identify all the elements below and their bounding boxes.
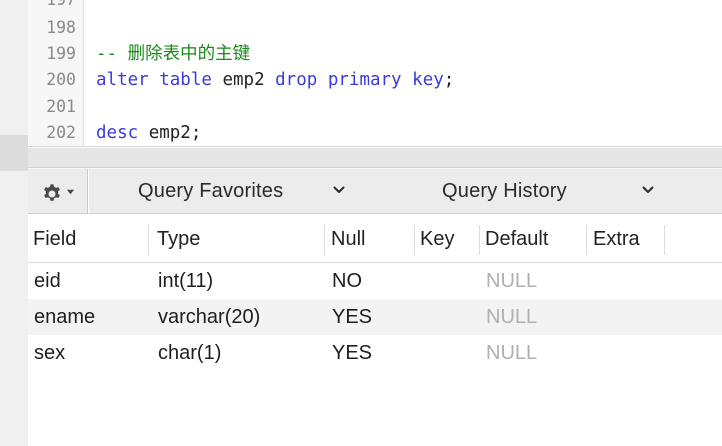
code-text: -- 删除表中的主键 [96,41,250,67]
sql-text: emp2 [211,70,276,90]
window-left-gutter [0,0,28,446]
code-text: alter table emp2 drop primary key; [96,67,454,93]
code-text: desc emp2; [96,120,201,146]
code-line[interactable]: 201 [28,94,722,120]
line-number: 197 [28,0,76,13]
line-number: 198 [46,18,76,37]
query-history-label: Query History [442,180,567,202]
column-header-extra[interactable]: Extra [588,215,664,263]
query-history-button[interactable]: Query History [442,169,702,214]
cell-default[interactable]: NULL [486,263,537,299]
dropdown-triangle-icon [66,189,74,195]
cell-type[interactable]: char(1) [158,335,221,371]
line-number: 200 [46,70,76,89]
column-header-null[interactable]: Null [326,215,414,263]
cell-default[interactable]: NULL [486,299,537,335]
cell-type[interactable]: int(11) [158,263,213,299]
column-divider[interactable] [324,225,325,255]
chevron-down-icon [333,186,345,193]
sql-text: emp2; [138,123,202,143]
cell-default[interactable]: NULL [486,335,537,371]
code-line[interactable]: 202 desc emp2; [28,120,722,146]
cell-null[interactable]: NO [332,263,362,299]
line-number: 199 [46,44,76,63]
table-row[interactable]: ename varchar(20) YES NULL [28,299,722,335]
sql-text: ; [443,70,455,90]
sql-comment: -- 删除表中的主键 [96,44,251,64]
column-header-key[interactable]: Key [415,215,479,263]
line-number: 202 [46,123,76,142]
sql-keyword: table [159,70,212,90]
cell-null[interactable]: YES [332,299,372,335]
sql-keyword: key [412,70,444,90]
cell-type[interactable]: varchar(20) [158,299,260,335]
table-row[interactable]: eid int(11) NO NULL [28,263,722,299]
code-line[interactable]: 199 -- 删除表中的主键 [28,41,722,67]
table-header: Field Type Null Key Default Extra [28,215,722,263]
column-header-default[interactable]: Default [480,215,586,263]
sql-keyword: drop [275,70,318,90]
sql-editor[interactable]: 197 198 199 -- 删除表中的主键 200 alter table emp2 d… [28,0,722,147]
chevron-down-icon [642,186,654,193]
pane-splitter[interactable] [28,148,722,168]
table-empty-area [28,371,722,446]
column-header-type[interactable]: Type [152,215,324,263]
column-divider[interactable] [148,225,149,255]
code-line[interactable]: 200 alter table emp2 drop primary key; [28,67,722,93]
column-divider[interactable] [586,225,587,255]
code-line[interactable]: 198 [28,15,722,41]
query-favorites-label: Query Favorites [138,180,284,202]
sql-keyword: alter [96,70,149,90]
column-divider[interactable] [664,225,665,255]
cell-null[interactable]: YES [332,335,372,371]
table-row[interactable]: sex char(1) YES NULL [28,335,722,371]
sql-keyword: desc [96,123,139,143]
cell-field[interactable]: ename [34,299,95,335]
gear-menu-button[interactable] [28,169,88,214]
line-number: 201 [46,97,76,116]
gear-icon [43,183,60,201]
cell-field[interactable]: sex [34,335,65,371]
sql-keyword: primary [327,70,402,90]
toolbar-divider [88,169,89,214]
query-favorites-button[interactable]: Query Favorites [138,169,398,214]
code-line[interactable]: 197 [28,0,722,13]
column-header-field[interactable]: Field [28,215,148,263]
left-gutter-selection [0,135,28,171]
query-toolbar: Query Favorites Query History [28,168,722,214]
cell-field[interactable]: eid [34,263,61,299]
results-table: Field Type Null Key Default Extra eid int… [28,215,722,446]
